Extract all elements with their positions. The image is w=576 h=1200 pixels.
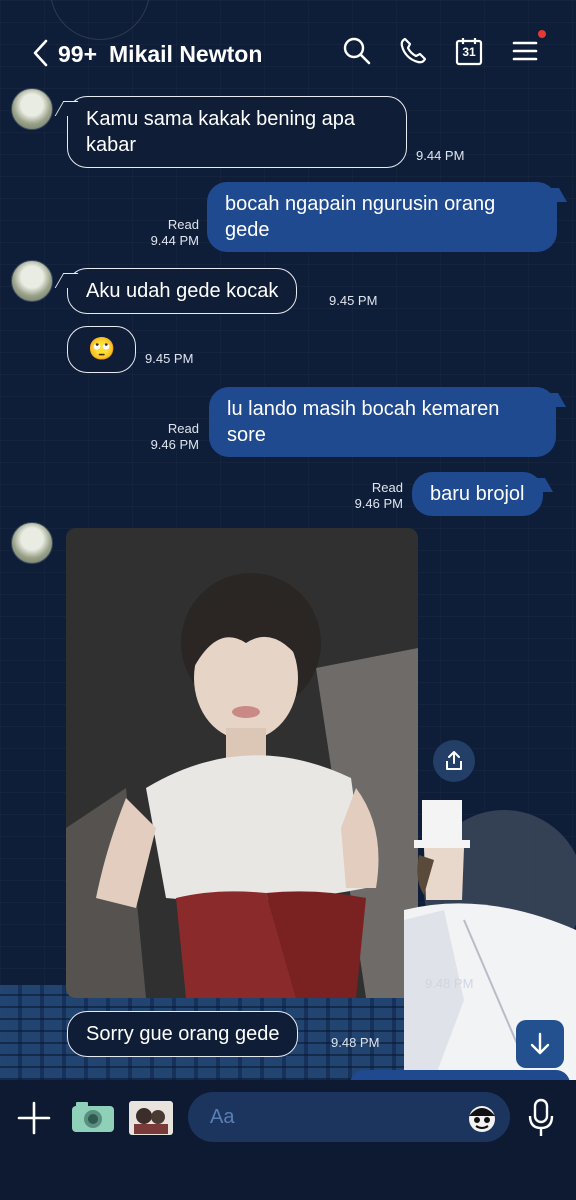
emoji-sticker-icon[interactable] (466, 1102, 498, 1134)
menu-icon[interactable] (508, 30, 546, 68)
message-time: 9.48 PM (425, 976, 474, 991)
message-meta: Read 9.46 PM (130, 421, 199, 453)
message-bubble-incoming[interactable]: Aku udah gede kocak (67, 268, 298, 314)
search-icon[interactable] (340, 34, 374, 68)
contact-avatar[interactable] (11, 522, 53, 564)
message-bubble-outgoing[interactable]: bocah ngapain ngurusin orang gede (207, 182, 557, 252)
message-meta: Read 9.46 PM (334, 480, 403, 512)
message-text: Aku udah gede kocak (86, 280, 279, 302)
message-bubble-outgoing[interactable]: baru brojol (412, 472, 543, 516)
message-time: 9.46 PM (354, 496, 403, 511)
contact-name[interactable]: Mikail Newton (109, 41, 262, 68)
message-bubble-incoming[interactable]: 🙄 (67, 326, 137, 373)
read-status: Read (371, 480, 403, 495)
chat-header: 99+ Mikail Newton 31 (0, 0, 576, 86)
message-text: lu lando masih bocah kemaren (227, 398, 500, 420)
message-text: Kamu sama kakak bening apa (86, 108, 356, 130)
photo-message[interactable] (66, 528, 418, 998)
plus-icon[interactable] (16, 1100, 52, 1136)
message-time: 9.45 PM (145, 351, 194, 366)
image-icon[interactable] (128, 1100, 174, 1136)
unread-count[interactable]: 99+ (58, 41, 97, 68)
message-text: sore (227, 424, 266, 446)
message-time: 9.48 PM (331, 1035, 380, 1050)
rolling-eyes-emoji: 🙄 (88, 336, 116, 361)
phone-icon[interactable] (396, 34, 430, 68)
calendar-icon[interactable]: 31 (452, 34, 486, 68)
read-status: Read (167, 421, 199, 436)
message-input-bar (0, 1080, 576, 1200)
message-text: bocah ngapain ngurusin orang (225, 193, 496, 215)
message-text: kabar (86, 134, 137, 156)
message-bubble-outgoing[interactable]: lu lando masih bocah kemaren sore (209, 387, 556, 457)
message-meta: Read 9.44 PM (130, 217, 199, 249)
message-text: Sorry gue orang gede (86, 1023, 280, 1045)
message-text: gede (225, 219, 270, 241)
message-bubble-incoming[interactable]: Sorry gue orang gede (67, 1011, 299, 1057)
message-text: baru brojol (430, 483, 525, 505)
read-status: Read (167, 217, 199, 232)
message-bubble-incoming[interactable]: Kamu sama kakak bening apa kabar (67, 96, 407, 168)
scroll-to-bottom-button[interactable] (516, 1020, 564, 1068)
message-time: 9.46 PM (150, 437, 199, 452)
message-time: 9.45 PM (329, 293, 378, 308)
contact-avatar[interactable] (11, 88, 53, 130)
notification-dot (538, 30, 546, 38)
microphone-icon[interactable] (526, 1098, 556, 1138)
contact-avatar[interactable] (11, 260, 53, 302)
calendar-day: 31 (462, 45, 476, 59)
camera-icon[interactable] (70, 1100, 116, 1136)
message-input[interactable] (188, 1092, 510, 1142)
message-time: 9.44 PM (150, 233, 199, 248)
message-time: 9.44 PM (416, 148, 465, 163)
share-button[interactable] (433, 740, 475, 782)
chevron-left-icon[interactable] (30, 38, 52, 68)
